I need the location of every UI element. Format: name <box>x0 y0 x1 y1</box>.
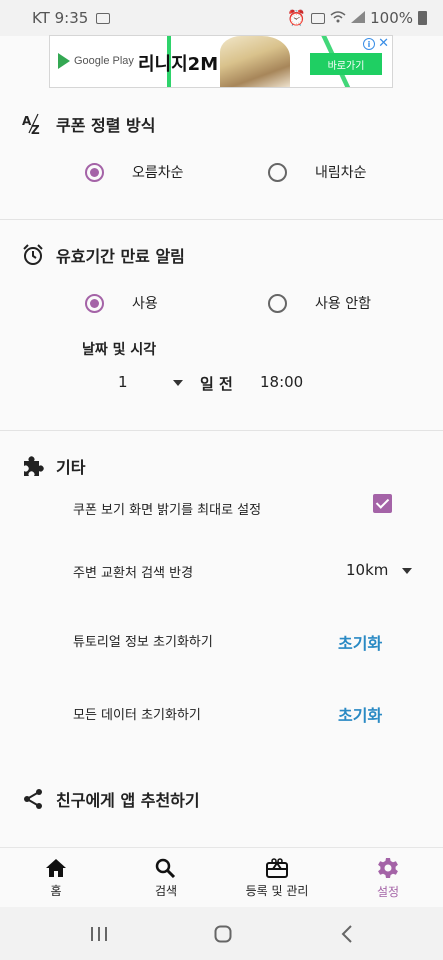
dropdown-arrow-icon[interactable] <box>173 380 183 386</box>
system-navigation-bar <box>0 907 443 960</box>
expiry-section-title: 유효기간 만료 알림 <box>22 243 185 267</box>
ad-banner[interactable]: Google Play 리니지2M 바로가기 i ✕ <box>49 35 393 88</box>
datetime-label: 날짜 및 시각 <box>82 342 157 358</box>
az-sort-icon: AZ <box>22 113 44 135</box>
share-title-text: 친구에게 앱 추천하기 <box>56 791 200 810</box>
radio-unselected-icon[interactable] <box>268 162 287 182</box>
recent-apps-icon[interactable] <box>90 926 108 946</box>
sort-title-text: 쿠폰 정렬 방식 <box>56 116 156 135</box>
sort-option-asc[interactable]: 오름차순 <box>85 162 184 182</box>
tutorial-reset-label: 튜토리얼 정보 초기화하기 <box>73 635 213 650</box>
nav-home[interactable]: 홈 <box>28 848 84 908</box>
expiry-option-on[interactable]: 사용 <box>85 293 158 313</box>
home-icon <box>46 858 66 877</box>
notification-time[interactable]: 18:00 <box>260 373 303 391</box>
brightness-checkbox[interactable] <box>373 494 392 513</box>
sort-option-asc-label: 오름차순 <box>132 165 184 181</box>
home-button-icon[interactable] <box>214 925 232 947</box>
expiry-title-text: 유효기간 만료 알림 <box>56 247 185 266</box>
misc-section-title: 기타 <box>22 454 85 478</box>
expiry-option-off-label: 사용 안함 <box>315 296 371 312</box>
status-bar: KT 9:35 ⏰ 100% <box>0 0 443 36</box>
expiry-option-on-label: 사용 <box>132 296 158 312</box>
nav-settings-label: 설정 <box>376 884 400 899</box>
ad-cta-button[interactable]: 바로가기 <box>310 53 382 75</box>
ad-character-image <box>220 36 290 87</box>
sort-option-desc-label: 내림차순 <box>315 165 367 181</box>
share-icon <box>22 788 44 810</box>
share-app-row[interactable]: 친구에게 앱 추천하기 <box>22 787 200 811</box>
data-reset-label: 모든 데이터 초기화하기 <box>73 708 201 723</box>
hd-icon <box>311 12 326 24</box>
misc-title-text: 기타 <box>56 458 86 477</box>
nav-manage[interactable]: 등록 및 관리 <box>234 848 320 908</box>
battery-percent: 100% <box>370 9 413 27</box>
google-play-icon <box>58 53 70 69</box>
wifi-icon <box>330 9 346 27</box>
ad-info-icon[interactable]: i <box>363 38 375 50</box>
dropdown-arrow-icon[interactable] <box>402 568 412 574</box>
ad-close-icon[interactable]: ✕ <box>378 36 389 51</box>
nav-home-label: 홈 <box>50 883 62 898</box>
divider <box>0 219 443 220</box>
sort-option-desc[interactable]: 내림차순 <box>268 162 367 182</box>
days-before-suffix: 일 전 <box>200 375 233 393</box>
gift-card-icon <box>266 857 288 878</box>
back-icon[interactable] <box>341 925 353 947</box>
nav-settings[interactable]: 설정 <box>360 848 416 908</box>
radio-selected-icon[interactable] <box>85 162 104 182</box>
search-radius-label: 주변 교환처 검색 반경 <box>73 566 194 581</box>
alarm-clock-icon <box>22 244 44 266</box>
expiry-option-off[interactable]: 사용 안함 <box>268 293 371 313</box>
nav-manage-label: 등록 및 관리 <box>245 883 309 898</box>
nav-search-label: 검색 <box>154 883 178 898</box>
battery-icon <box>418 11 427 25</box>
nav-search[interactable]: 검색 <box>138 848 194 908</box>
divider <box>0 430 443 431</box>
signal-icon <box>351 9 366 27</box>
alarm-icon: ⏰ <box>287 9 307 27</box>
tutorial-reset-button[interactable]: 초기화 <box>338 630 382 654</box>
ad-title: 리니지2M <box>138 54 219 75</box>
search-icon <box>155 858 176 878</box>
gear-icon <box>378 857 398 878</box>
puzzle-icon <box>22 455 44 477</box>
notification-icon <box>96 12 111 24</box>
bottom-navigation: 홈 검색 등록 및 관리 설정 <box>0 847 443 907</box>
days-before-value[interactable]: 1 <box>118 373 128 391</box>
ad-store-label: Google Play <box>74 55 134 67</box>
search-radius-value[interactable]: 10km <box>346 561 388 579</box>
radio-unselected-icon[interactable] <box>268 293 287 313</box>
google-play-logo: Google Play <box>58 53 134 69</box>
brightness-label: 쿠폰 보기 화면 밝기를 최대로 설정 <box>73 503 262 518</box>
radio-selected-icon[interactable] <box>85 293 104 313</box>
data-reset-button[interactable]: 초기화 <box>338 702 382 726</box>
sort-section-title: AZ 쿠폰 정렬 방식 <box>22 112 155 136</box>
carrier-time: KT 9:35 <box>32 9 89 27</box>
